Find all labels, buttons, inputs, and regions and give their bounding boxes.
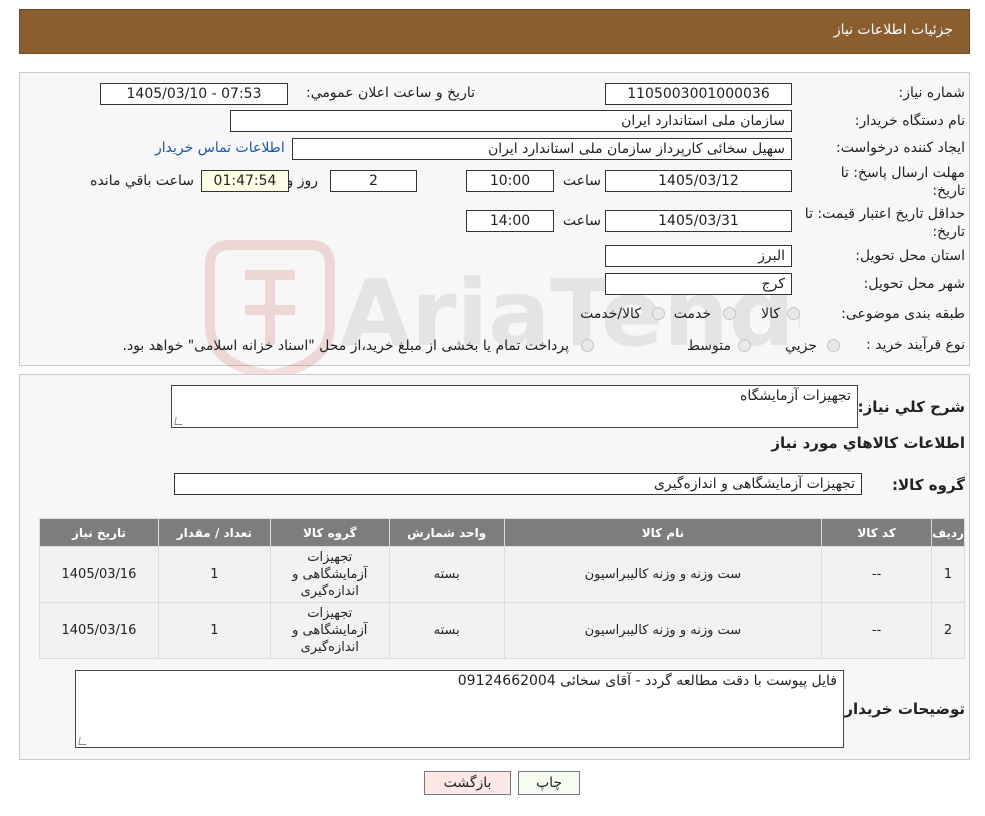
cell-group: تجهیزات آزمایشگاهی و اندازه‌گیری — [269, 546, 390, 603]
back-button[interactable]: بازگشت — [424, 771, 511, 795]
table-row: 2 -- ست وزنه و وزنه کالیبراسیون بسته تجه… — [39, 602, 965, 659]
announce-label: تاریخ و ساعت اعلان عمومي: — [306, 85, 475, 101]
need-number-value: 1105003001000036 — [605, 83, 792, 105]
buyer-org-label: نام دستگاه خریدار: — [854, 113, 965, 129]
cell-need-date: 1405/03/16 — [39, 602, 159, 659]
category-service-radio[interactable] — [723, 307, 736, 320]
cell-row-number: 1 — [931, 546, 965, 603]
deadline-days: 2 — [330, 170, 417, 192]
page-title: جزئیات اطلاعات نیاز — [833, 22, 953, 38]
remaining-time-label: ساعت باقي مانده — [90, 173, 194, 189]
col-header-code: کد کالا — [821, 518, 933, 547]
items-table: ردیف کد کالا نام کالا واحد شمارش گروه کا… — [39, 518, 965, 659]
process-medium-radio[interactable] — [738, 339, 751, 352]
category-goods-radio[interactable] — [787, 307, 800, 320]
goods-group-label: گروه کالا: — [892, 476, 965, 494]
process-label: نوع فرآیند خرید : — [866, 337, 965, 353]
print-button[interactable]: چاپ — [518, 771, 580, 795]
cell-unit: بسته — [388, 546, 505, 603]
category-goods-service-radio[interactable] — [652, 307, 665, 320]
summary-value: تجهیزات آزمایشگاه — [740, 388, 851, 404]
deadline-days-label: روز و — [286, 173, 319, 189]
city-label: شهر محل تحویل: — [863, 276, 965, 292]
buyer-contact-link[interactable]: اطلاعات تماس خریدار — [155, 140, 285, 156]
cell-code: -- — [821, 602, 933, 659]
col-header-group: گروه کالا — [269, 518, 390, 547]
province-label: استان محل تحویل: — [855, 248, 965, 264]
deadline-time-label: ساعت — [562, 173, 601, 189]
buyer-org-value: سازمان ملی استاندارد ایران — [230, 110, 792, 132]
table-header-row: ردیف کد کالا نام کالا واحد شمارش گروه کا… — [39, 518, 965, 547]
need-number-label: شماره نیاز: — [898, 85, 966, 101]
col-header-row-number: ردیف — [931, 518, 965, 547]
col-header-name: نام کالا — [503, 518, 823, 547]
resize-handle-icon[interactable] — [174, 417, 184, 425]
remaining-time: 01:47:54 — [201, 170, 289, 192]
announce-value: 1405/03/10 - 07:53 — [100, 83, 288, 105]
goods-group-value: تجهیزات آزمایشگاهی و اندازه‌گیری — [174, 473, 862, 495]
price-validity-label-2: تاریخ: — [932, 224, 965, 240]
creator-value: سهیل سخائی کارپرداز سازمان ملی استاندارد… — [292, 138, 792, 160]
creator-label: ایجاد کننده درخواست: — [836, 140, 965, 156]
price-validity-time: 14:00 — [466, 210, 554, 232]
cell-need-date: 1405/03/16 — [39, 546, 159, 603]
category-goods-label: کالا — [761, 306, 780, 322]
col-header-need-date: تاریخ نیاز — [39, 518, 159, 547]
city-value: کرج — [605, 273, 792, 295]
cell-name: ست وزنه و وزنه کالیبراسیون — [503, 602, 823, 659]
cell-name: ست وزنه و وزنه کالیبراسیون — [503, 546, 823, 603]
deadline-label-2: تاریخ: — [932, 183, 965, 199]
table-row: 1 -- ست وزنه و وزنه کالیبراسیون بسته تجه… — [39, 546, 965, 603]
items-table-container: ردیف کد کالا نام کالا واحد شمارش گروه کا… — [39, 518, 965, 659]
resize-handle-icon[interactable] — [78, 737, 88, 745]
deadline-date: 1405/03/12 — [605, 170, 792, 192]
process-medium-label: متوسط — [687, 338, 731, 354]
province-value: البرز — [605, 245, 792, 267]
col-header-quantity: تعداد / مقدار — [157, 518, 271, 547]
category-goods-service-label: کالا/خدمت — [580, 306, 641, 322]
buyer-notes-label: توضیحات خریدار: — [838, 700, 965, 718]
buyer-notes-textarea[interactable]: فایل پیوست با دقت مطالعه گردد - آقای سخا… — [75, 670, 844, 748]
cell-unit: بسته — [388, 602, 505, 659]
cell-code: -- — [821, 546, 933, 603]
cell-quantity: 1 — [157, 546, 271, 603]
process-note-checkbox[interactable] — [581, 339, 594, 352]
process-note: پرداخت تمام یا بخشی از مبلغ خرید،از محل … — [122, 338, 569, 354]
buyer-notes-value: فایل پیوست با دقت مطالعه گردد - آقای سخا… — [457, 673, 837, 689]
cell-group: تجهیزات آزمایشگاهی و اندازه‌گیری — [269, 602, 390, 659]
col-header-unit: واحد شمارش — [388, 518, 505, 547]
category-label: طبقه بندی موضوعی: — [841, 306, 965, 322]
process-small-radio[interactable] — [827, 339, 840, 352]
price-validity-label: حداقل تاریخ اعتبار قیمت: تا — [804, 206, 965, 222]
summary-label: شرح کلي نیاز: — [857, 398, 965, 416]
cell-quantity: 1 — [157, 602, 271, 659]
goods-info-title: اطلاعات کالاهاي مورد نیاز — [771, 434, 965, 452]
summary-textarea[interactable]: تجهیزات آزمایشگاه — [171, 385, 858, 428]
price-validity-time-label: ساعت — [562, 213, 601, 229]
page-header: جزئیات اطلاعات نیاز — [19, 9, 970, 54]
price-validity-date: 1405/03/31 — [605, 210, 792, 232]
cell-row-number: 2 — [931, 602, 965, 659]
process-small-label: جزیي — [785, 338, 817, 354]
deadline-label: مهلت ارسال پاسخ: تا — [840, 165, 965, 181]
category-service-label: خدمت — [673, 306, 711, 322]
deadline-time: 10:00 — [466, 170, 554, 192]
